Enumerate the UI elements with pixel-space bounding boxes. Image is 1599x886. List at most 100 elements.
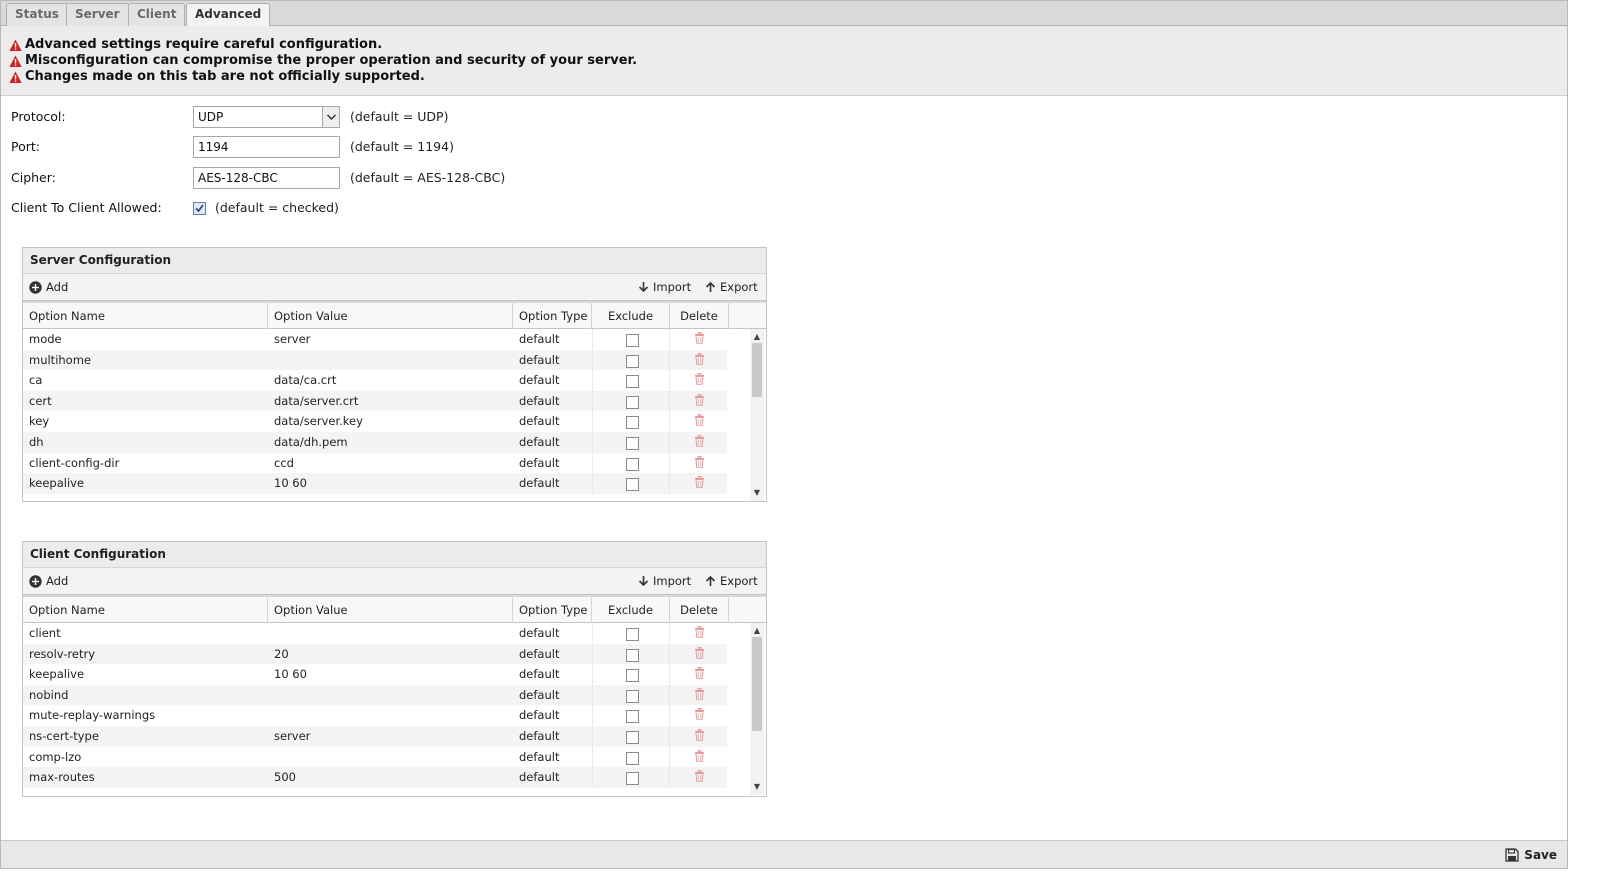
trash-icon[interactable]: [694, 455, 705, 468]
protocol-select[interactable]: UDP: [193, 106, 340, 128]
table-row[interactable]: client default: [23, 623, 729, 644]
option-name-cell[interactable]: max-routes: [23, 767, 268, 787]
option-value-cell[interactable]: 10 60: [268, 473, 513, 493]
trash-icon[interactable]: [694, 667, 705, 679]
tab-client[interactable]: Client: [128, 3, 186, 26]
option-value-cell[interactable]: 500: [268, 767, 513, 787]
exclude-checkbox[interactable]: [626, 751, 639, 765]
import-button[interactable]: Import: [638, 573, 691, 589]
exclude-checkbox[interactable]: [626, 395, 639, 409]
exclude-checkbox[interactable]: [626, 628, 639, 641]
option-name-cell[interactable]: mode: [23, 329, 268, 349]
scroll-up-arrow-icon[interactable]: ▲: [752, 627, 762, 635]
exclude-checkbox[interactable]: [626, 334, 639, 347]
option-value-cell[interactable]: [268, 350, 513, 370]
option-name-cell[interactable]: keepalive: [23, 473, 268, 493]
trash-icon[interactable]: [694, 373, 705, 385]
column-header-option-value[interactable]: Option Value: [268, 597, 513, 623]
trash-icon[interactable]: [694, 749, 705, 762]
table-row[interactable]: mode server default: [23, 329, 729, 350]
trash-icon[interactable]: [694, 332, 705, 344]
trash-icon[interactable]: [694, 393, 705, 406]
table-row[interactable]: max-routes 500 default: [23, 767, 729, 788]
port-input[interactable]: [193, 136, 340, 158]
option-value-cell[interactable]: ccd: [268, 453, 513, 473]
trash-icon[interactable]: [694, 414, 705, 427]
exclude-checkbox[interactable]: [626, 710, 639, 724]
exclude-checkbox[interactable]: [626, 437, 639, 450]
table-row[interactable]: nobind default: [23, 684, 729, 706]
option-name-cell[interactable]: mute-replay-warnings: [23, 705, 268, 725]
exclude-checkbox[interactable]: [626, 375, 639, 389]
trash-icon[interactable]: [694, 729, 705, 741]
scroll-thumb[interactable]: [752, 343, 762, 397]
trash-icon[interactable]: [694, 435, 705, 447]
save-button[interactable]: Save: [1505, 846, 1557, 864]
option-value-cell[interactable]: [268, 685, 513, 705]
column-header-delete[interactable]: Delete: [670, 597, 729, 623]
tab-status[interactable]: Status: [6, 3, 68, 26]
trash-icon[interactable]: [694, 770, 705, 782]
option-name-cell[interactable]: cert: [23, 391, 268, 411]
option-name-cell[interactable]: client: [23, 623, 268, 643]
tab-server[interactable]: Server: [66, 3, 129, 26]
column-header-exclude[interactable]: Exclude: [592, 597, 670, 623]
trash-icon[interactable]: [694, 626, 705, 638]
table-row[interactable]: comp-lzo default: [23, 746, 729, 768]
cipher-input[interactable]: [193, 167, 340, 189]
table-row[interactable]: ca data/ca.crt default: [23, 370, 729, 391]
option-name-cell[interactable]: ns-cert-type: [23, 726, 268, 746]
add-button[interactable]: Add: [29, 573, 68, 589]
import-button[interactable]: Import: [638, 279, 691, 295]
exclude-checkbox[interactable]: [626, 772, 639, 786]
scroll-up-arrow-icon[interactable]: ▲: [752, 333, 762, 341]
add-button[interactable]: Add: [29, 279, 68, 295]
option-name-cell[interactable]: client-config-dir: [23, 453, 268, 473]
option-name-cell[interactable]: key: [23, 411, 268, 431]
trash-icon[interactable]: [694, 476, 705, 488]
tab-advanced[interactable]: Advanced: [186, 3, 271, 27]
option-value-cell[interactable]: [268, 623, 513, 643]
exclude-checkbox[interactable]: [626, 669, 639, 683]
export-button[interactable]: Export: [705, 279, 758, 295]
column-header-option-type[interactable]: Option Type: [513, 303, 592, 329]
scroll-down-arrow-icon[interactable]: ▼: [752, 783, 762, 791]
option-value-cell[interactable]: server: [268, 726, 513, 746]
scroll-thumb[interactable]: [752, 637, 762, 731]
option-value-cell[interactable]: [268, 747, 513, 767]
option-value-cell[interactable]: data/dh.pem: [268, 432, 513, 452]
table-row[interactable]: cert data/server.crt default: [23, 390, 729, 412]
trash-icon[interactable]: [694, 646, 705, 659]
table-row[interactable]: dh data/dh.pem default: [23, 432, 729, 453]
table-row[interactable]: keepalive 10 60 default: [23, 664, 729, 685]
scroll-down-arrow-icon[interactable]: ▼: [752, 489, 762, 497]
option-name-cell[interactable]: dh: [23, 432, 268, 452]
exclude-checkbox[interactable]: [626, 689, 639, 703]
option-name-cell[interactable]: comp-lzo: [23, 747, 268, 767]
option-name-cell[interactable]: multihome: [23, 350, 268, 370]
option-value-cell[interactable]: data/server.key: [268, 411, 513, 431]
option-name-cell[interactable]: ca: [23, 370, 268, 390]
option-value-cell[interactable]: [268, 705, 513, 725]
table-row[interactable]: mute-replay-warnings default: [23, 705, 729, 726]
chevron-down-icon[interactable]: [322, 107, 339, 127]
client-to-client-checkbox[interactable]: [193, 202, 206, 215]
table-row[interactable]: ns-cert-type server default: [23, 726, 729, 747]
trash-icon[interactable]: [694, 352, 705, 365]
table-row[interactable]: key data/server.key default: [23, 411, 729, 432]
table-row[interactable]: multihome default: [23, 349, 729, 371]
table-row[interactable]: keepalive 10 60 default: [23, 473, 729, 494]
trash-icon[interactable]: [694, 708, 705, 721]
option-name-cell[interactable]: nobind: [23, 685, 268, 705]
option-value-cell[interactable]: data/ca.crt: [268, 370, 513, 390]
exclude-checkbox[interactable]: [626, 416, 639, 430]
option-name-cell[interactable]: resolv-retry: [23, 644, 268, 664]
exclude-checkbox[interactable]: [626, 478, 639, 492]
trash-icon[interactable]: [694, 687, 705, 700]
option-value-cell[interactable]: 10 60: [268, 664, 513, 684]
column-header-option-value[interactable]: Option Value: [268, 303, 513, 329]
table-row[interactable]: client-config-dir ccd default: [23, 452, 729, 474]
column-header-option-name[interactable]: Option Name: [23, 597, 268, 623]
exclude-checkbox[interactable]: [626, 457, 639, 471]
option-value-cell[interactable]: 20: [268, 644, 513, 664]
